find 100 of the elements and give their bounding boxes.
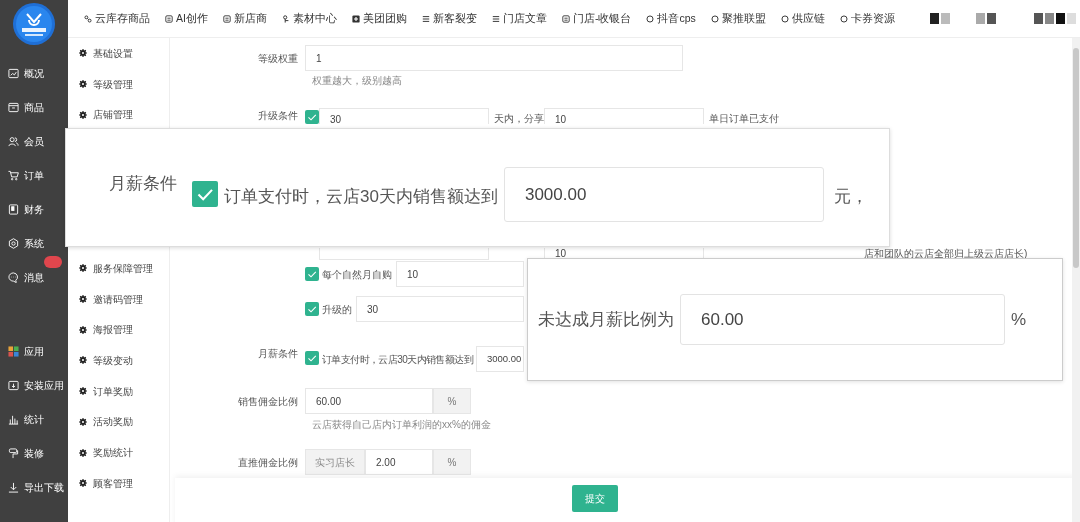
submenu-item[interactable]: 海报管理	[68, 314, 169, 346]
submenu-item[interactable]: 订单奖励	[68, 375, 169, 407]
option-text: 升级的	[322, 302, 352, 317]
chat-icon	[8, 271, 19, 283]
input-field[interactable]: 1	[305, 45, 683, 71]
nav-link[interactable]: 素材中心	[281, 10, 337, 27]
submenu-item[interactable]: 基础设置	[68, 38, 169, 69]
option-text: 订单支付时，云店30天内销售额达到	[322, 353, 473, 367]
sidebar-item[interactable]: 导出下载	[4, 470, 64, 504]
gear-icon	[79, 49, 87, 58]
box-icon	[8, 101, 19, 113]
submenu-item[interactable]: 邀请码管理	[68, 283, 169, 315]
sidebar-item[interactable]: 系统	[4, 226, 64, 260]
input-field[interactable]: 60.00	[305, 388, 433, 414]
nav-link[interactable]: 抖音cps	[646, 10, 696, 27]
checkbox[interactable]	[305, 302, 319, 316]
circle-icon	[839, 14, 848, 23]
nav-link[interactable]: 门店-收银台	[561, 10, 632, 27]
nav-link[interactable]: AI创作	[165, 10, 208, 27]
cart-icon	[8, 169, 19, 181]
checkbox[interactable]	[305, 351, 319, 365]
nav-link[interactable]: 新店商	[222, 10, 267, 27]
prefix-addon: 实习店长	[305, 449, 365, 475]
menu-icon	[421, 14, 430, 23]
field-label: 直推佣金比例	[237, 455, 299, 470]
plus-icon	[351, 14, 360, 23]
field-label: 月薪条件	[109, 173, 177, 195]
input-field[interactable]: 3000.00	[475, 346, 524, 372]
option-text: 单日订单已支付	[709, 112, 779, 124]
gear-icon	[79, 295, 87, 304]
gear-icon	[79, 387, 87, 396]
option-text: 订单支付时，云店30天内销售额达到	[224, 186, 498, 208]
download-icon	[8, 481, 19, 493]
nav-link[interactable]: 供应链	[780, 10, 825, 27]
gear-icon	[79, 264, 87, 273]
logo	[12, 2, 56, 46]
bar-chart-icon	[8, 413, 19, 425]
install-icon	[8, 379, 19, 391]
input-field[interactable]: 10	[396, 261, 524, 287]
submenu-item[interactable]: 顾客管理	[68, 467, 169, 499]
link-icon	[84, 14, 92, 23]
settings-icon	[8, 237, 19, 249]
chart-icon	[8, 67, 19, 79]
scrollbar[interactable]	[1072, 38, 1080, 522]
apps-icon	[8, 345, 19, 357]
submenu-item[interactable]: 店铺管理	[68, 99, 169, 131]
nav-link[interactable]: 卡券资源	[839, 10, 895, 27]
submenu-item[interactable]: 等级变动	[68, 345, 169, 376]
input-field[interactable]: 60.00	[680, 294, 1005, 345]
nav-link[interactable]: 新客裂变	[421, 10, 477, 27]
checkbox[interactable]	[192, 181, 218, 207]
input-field[interactable]: 30	[319, 108, 489, 124]
input-field[interactable]	[319, 248, 489, 260]
input-field[interactable]: 2.00	[365, 449, 433, 475]
option-text: 天内，分享	[494, 112, 544, 124]
branch-icon	[281, 14, 290, 23]
field-label: 月薪条件	[257, 347, 299, 361]
user-menu[interactable]	[929, 13, 1076, 24]
menu-icon	[491, 14, 500, 23]
input-field[interactable]: 3000.00	[503, 167, 824, 222]
sidebar-item[interactable]: 应用	[4, 334, 64, 368]
gear-icon	[79, 110, 87, 119]
gear-icon	[79, 417, 87, 426]
book-icon	[8, 203, 19, 215]
circle-icon	[710, 14, 719, 23]
hint-text: 权重越大，级别越高	[312, 74, 402, 88]
field-label: 未达成月薪比例为	[538, 308, 674, 331]
submenu-item[interactable]: 活动奖励	[68, 406, 169, 438]
field-label: 升级条件	[257, 109, 299, 123]
nav-link[interactable]: 美团团购	[351, 10, 407, 27]
submenu-item[interactable]: 等级管理	[68, 68, 169, 100]
hint-text: 云店获得自己店内订单利润的xx%的佣金	[312, 418, 491, 432]
frame-icon	[222, 14, 231, 23]
submenu-item[interactable]: 服务保障管理	[68, 253, 169, 284]
option-text: 每个自然月自购	[322, 267, 392, 282]
frame-icon	[561, 14, 570, 23]
sidebar-item[interactable]: 装修	[4, 436, 64, 470]
nav-link[interactable]: 门店文章	[491, 10, 547, 27]
input-field[interactable]: 30	[356, 296, 524, 322]
gear-icon	[79, 479, 87, 488]
sidebar-item[interactable]: 订单	[4, 158, 64, 192]
field-label: 等级权重	[257, 51, 299, 66]
sidebar-item[interactable]: 会员	[4, 124, 64, 158]
unit-addon: %	[433, 388, 471, 414]
sidebar-item[interactable]: 财务	[4, 192, 64, 226]
sidebar-item[interactable]: 消息	[4, 260, 64, 294]
nav-link[interactable]: 聚推联盟	[710, 10, 766, 27]
input-field[interactable]: 10	[544, 108, 704, 124]
gear-icon	[79, 356, 87, 365]
nav-link[interactable]: 云库存商品	[84, 10, 150, 27]
sidebar-item[interactable]: 概况	[4, 56, 64, 90]
checkbox[interactable]	[305, 110, 319, 124]
sidebar-item[interactable]: 商品	[4, 90, 64, 124]
sidebar-item[interactable]: 安装应用	[4, 368, 64, 402]
sidebar-item[interactable]: 统计	[4, 402, 64, 436]
circle-icon	[780, 14, 789, 23]
submenu-item[interactable]: 奖励统计	[68, 437, 169, 468]
checkbox[interactable]	[305, 267, 319, 281]
brush-icon	[8, 447, 19, 459]
gear-icon	[79, 448, 87, 457]
